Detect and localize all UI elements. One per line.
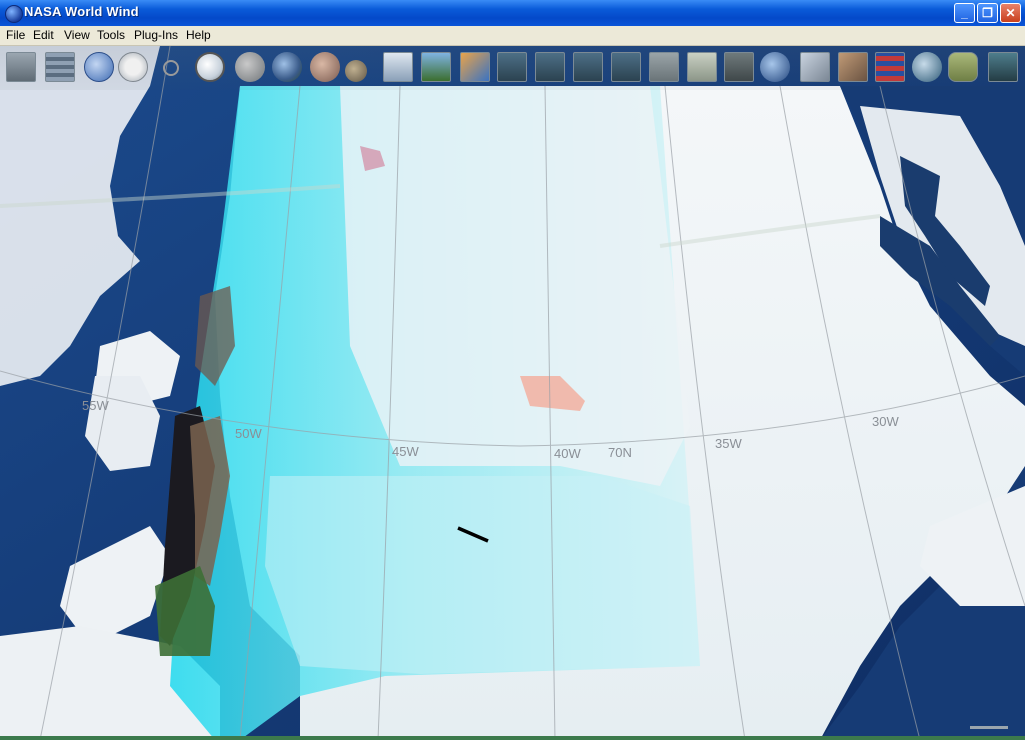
menu-file[interactable]: File bbox=[6, 28, 25, 42]
grid-label-50w: 50W bbox=[235, 426, 262, 441]
close-button[interactable]: ✕ bbox=[1000, 3, 1021, 23]
compass-icon[interactable] bbox=[118, 52, 148, 82]
window-title: NASA World Wind bbox=[24, 4, 139, 19]
wms-layer-icon[interactable] bbox=[421, 52, 451, 82]
modis-layer-icon[interactable] bbox=[383, 52, 413, 82]
moon-globe-icon[interactable] bbox=[235, 52, 265, 82]
zoom-icon[interactable] bbox=[195, 52, 225, 82]
nasa-logo-icon bbox=[5, 5, 23, 23]
crosshair-icon[interactable] bbox=[163, 60, 179, 76]
image-layer-icon[interactable] bbox=[838, 52, 868, 82]
map-rendering bbox=[0, 46, 1025, 740]
scale-bar bbox=[970, 726, 1008, 729]
world-globe-icon[interactable] bbox=[760, 52, 790, 82]
toolbar bbox=[0, 46, 1025, 90]
mars-globe-icon[interactable] bbox=[310, 52, 340, 82]
grid-label-45w: 45W bbox=[392, 444, 419, 459]
image-layer-icon[interactable] bbox=[800, 52, 830, 82]
landsat-layer-icon[interactable] bbox=[611, 52, 641, 82]
menu-view[interactable]: View bbox=[64, 28, 90, 42]
grid-label-35w: 35W bbox=[715, 436, 742, 451]
status-strip bbox=[0, 736, 1025, 740]
layer-manager-icon[interactable] bbox=[6, 52, 36, 82]
grid-icon[interactable] bbox=[45, 52, 75, 82]
menu-plug-ins[interactable]: Plug-Ins bbox=[134, 28, 178, 42]
grid-label-70n: 70N bbox=[608, 445, 632, 460]
menu-help[interactable]: Help bbox=[186, 28, 211, 42]
map-layer-icon[interactable] bbox=[460, 52, 490, 82]
title-bar: NASA World Wind _ ❐ ✕ bbox=[0, 0, 1025, 26]
usgs-layer-icon[interactable] bbox=[724, 52, 754, 82]
photo-layer-icon[interactable] bbox=[988, 52, 1018, 82]
grid-label-40w: 40W bbox=[554, 446, 581, 461]
minimize-button[interactable]: _ bbox=[954, 3, 975, 23]
landsat-layer-icon[interactable] bbox=[535, 52, 565, 82]
landsat-layer-icon[interactable] bbox=[497, 52, 527, 82]
globe-viewport[interactable]: 55W 50W 45W 40W 70N 35W 30W bbox=[0, 46, 1025, 740]
topo-layer-icon[interactable] bbox=[687, 52, 717, 82]
globe-grid-icon[interactable] bbox=[84, 52, 114, 82]
earth-globe-icon[interactable] bbox=[272, 52, 302, 82]
grid-label-30w: 30W bbox=[872, 414, 899, 429]
grid-label-55w: 55W bbox=[82, 398, 109, 413]
venus-globe-icon[interactable] bbox=[345, 60, 367, 82]
landsat-layer-icon[interactable] bbox=[573, 52, 603, 82]
maximize-button[interactable]: ❐ bbox=[977, 3, 998, 23]
usa-map-icon[interactable] bbox=[948, 52, 978, 82]
topo-layer-icon[interactable] bbox=[649, 52, 679, 82]
flags-layer-icon[interactable] bbox=[875, 52, 905, 82]
menu-edit[interactable]: Edit bbox=[33, 28, 54, 42]
menu-tools[interactable]: Tools bbox=[97, 28, 125, 42]
menu-bar: File Edit View Tools Plug-Ins Help bbox=[0, 26, 1025, 46]
placename-globe-icon[interactable] bbox=[912, 52, 942, 82]
